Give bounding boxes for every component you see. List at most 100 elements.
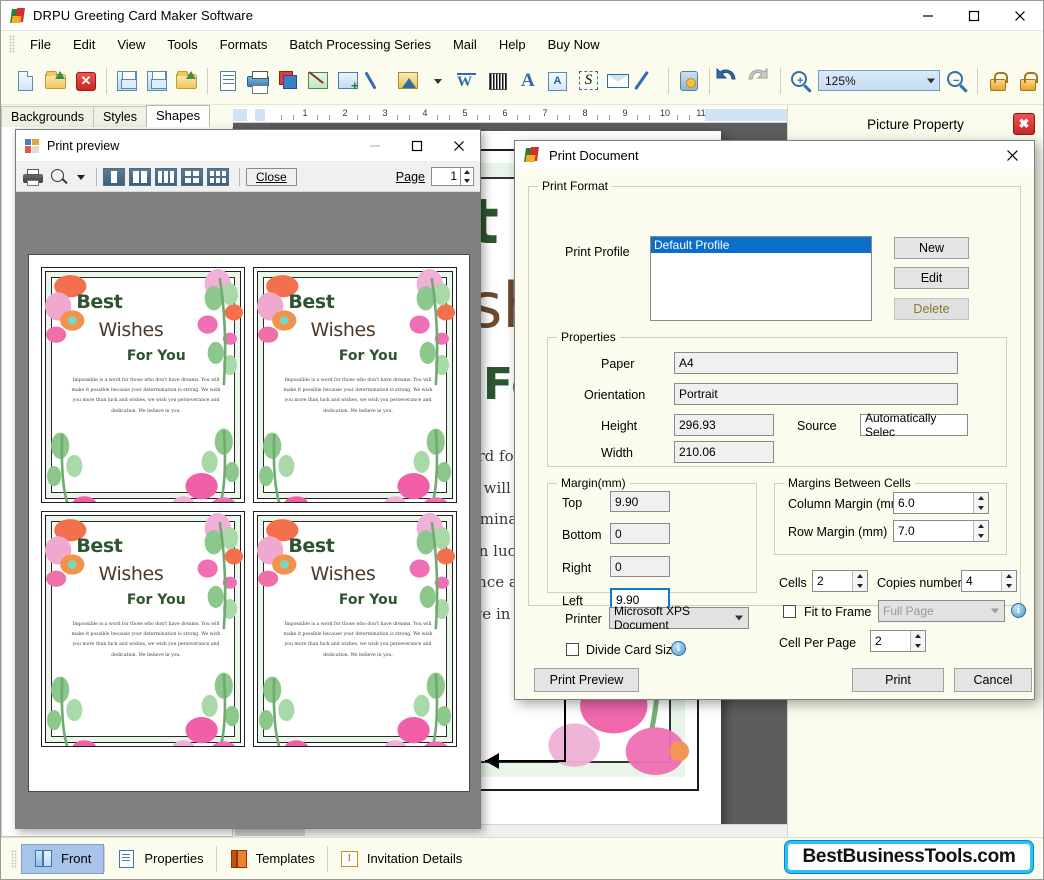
print-profile-item[interactable]: Default Profile bbox=[651, 237, 871, 253]
text-icon[interactable]: A bbox=[514, 66, 542, 96]
bottom-tab-templates[interactable]: Templates bbox=[217, 844, 327, 874]
print-icon[interactable] bbox=[22, 166, 46, 188]
width-field[interactable]: 210.06 bbox=[674, 441, 774, 463]
print-profile-listbox[interactable]: Default Profile bbox=[650, 236, 872, 321]
tab-shapes[interactable]: Shapes bbox=[146, 105, 211, 127]
orientation-field[interactable]: Portrait bbox=[674, 383, 958, 405]
print-icon[interactable] bbox=[244, 66, 272, 96]
magnifier-icon[interactable] bbox=[48, 166, 72, 188]
menu-view[interactable]: View bbox=[106, 34, 156, 55]
open-folder-icon[interactable] bbox=[42, 66, 70, 96]
watermark-icon[interactable]: W bbox=[454, 66, 482, 96]
card-stack-icon[interactable] bbox=[274, 66, 302, 96]
text-box-icon[interactable] bbox=[544, 66, 572, 96]
spinner-down[interactable] bbox=[974, 503, 988, 513]
printer-combobox[interactable]: Microsoft XPS Document bbox=[609, 604, 749, 632]
row-margin-value[interactable]: 7.0 bbox=[894, 521, 973, 541]
spinner-down[interactable] bbox=[974, 531, 988, 541]
spinner-up[interactable] bbox=[974, 493, 988, 503]
database-icon[interactable] bbox=[675, 66, 703, 96]
signature-icon[interactable] bbox=[574, 66, 602, 96]
spinner-up[interactable] bbox=[1002, 571, 1016, 581]
six-page-icon[interactable] bbox=[207, 167, 229, 186]
print-preview-body[interactable]: Best Wishes For You Impossible is a word… bbox=[16, 192, 480, 828]
new-document-icon[interactable] bbox=[12, 66, 40, 96]
menu-batch-processing-series[interactable]: Batch Processing Series bbox=[278, 34, 442, 55]
print-preview-close-button[interactable] bbox=[438, 130, 480, 161]
spinner-up[interactable] bbox=[911, 631, 925, 641]
document-properties-icon[interactable] bbox=[214, 66, 242, 96]
edit-profile-button[interactable]: Edit bbox=[894, 267, 969, 289]
minimize-button[interactable] bbox=[905, 1, 951, 31]
spinner-down[interactable] bbox=[911, 641, 925, 651]
source-field[interactable]: Automatically Selec bbox=[860, 411, 968, 439]
copies-spinner[interactable]: 4 bbox=[961, 570, 1017, 592]
one-page-icon[interactable] bbox=[103, 167, 125, 186]
zoom-level-combobox[interactable]: 125% bbox=[818, 70, 940, 91]
spinner-down[interactable] bbox=[853, 581, 867, 591]
ruler-icon[interactable] bbox=[634, 66, 662, 96]
margin-top-field[interactable]: 9.90 bbox=[610, 491, 670, 512]
spinner-up[interactable] bbox=[461, 168, 473, 177]
zoom-out-icon[interactable]: − bbox=[943, 66, 971, 96]
close-icon[interactable]: ✖ bbox=[1013, 113, 1035, 135]
image-icon[interactable] bbox=[304, 66, 332, 96]
margin-bottom-field[interactable]: 0 bbox=[610, 523, 670, 544]
margin-right-field[interactable]: 0 bbox=[610, 556, 670, 577]
unlock-icon[interactable] bbox=[1014, 66, 1042, 96]
insert-image-icon[interactable]: + bbox=[334, 66, 362, 96]
shape-gallery-icon[interactable] bbox=[394, 66, 422, 96]
spinner-down[interactable] bbox=[461, 177, 473, 186]
new-profile-button[interactable]: New bbox=[894, 237, 969, 259]
save-as-icon[interactable] bbox=[143, 66, 171, 96]
cell-per-page-value[interactable]: 2 bbox=[871, 631, 910, 651]
spinner-up[interactable] bbox=[853, 571, 867, 581]
tab-backgrounds[interactable]: Backgrounds bbox=[1, 106, 94, 127]
column-margin-spinner[interactable]: 6.0 bbox=[893, 492, 989, 514]
info-icon[interactable]: i bbox=[671, 641, 686, 656]
save-icon[interactable] bbox=[113, 66, 141, 96]
mail-icon[interactable] bbox=[604, 66, 632, 96]
copies-value[interactable]: 4 bbox=[962, 571, 1001, 591]
chevron-down-icon[interactable] bbox=[735, 615, 743, 621]
print-preview-button[interactable]: Print Preview bbox=[534, 668, 639, 692]
two-page-icon[interactable] bbox=[129, 167, 151, 186]
fit-to-frame-checkbox[interactable] bbox=[783, 605, 796, 618]
page-number-spinner[interactable] bbox=[461, 167, 474, 186]
lock-icon[interactable] bbox=[984, 66, 1012, 96]
menu-file[interactable]: File bbox=[19, 34, 62, 55]
print-document-close-button[interactable] bbox=[990, 141, 1034, 169]
menu-tools[interactable]: Tools bbox=[156, 34, 208, 55]
divide-card-size-checkbox[interactable] bbox=[566, 643, 579, 656]
chevron-down-icon[interactable] bbox=[927, 78, 935, 83]
cell-per-page-spinner[interactable]: 2 bbox=[870, 630, 926, 652]
redo-icon[interactable] bbox=[746, 66, 774, 96]
cancel-button[interactable]: Cancel bbox=[954, 668, 1032, 692]
chevron-down-icon[interactable] bbox=[74, 166, 88, 188]
chevron-down-icon[interactable] bbox=[424, 66, 452, 96]
menu-help[interactable]: Help bbox=[488, 34, 537, 55]
menu-buy-now[interactable]: Buy Now bbox=[537, 34, 611, 55]
barcode-icon[interactable] bbox=[484, 66, 512, 96]
menu-formats[interactable]: Formats bbox=[209, 34, 279, 55]
four-page-icon[interactable] bbox=[181, 167, 203, 186]
import-folder-icon[interactable] bbox=[173, 66, 201, 96]
row-margin-spinner[interactable]: 7.0 bbox=[893, 520, 989, 542]
print-preview-close-label-button[interactable]: Close bbox=[246, 167, 297, 186]
height-field[interactable]: 296.93 bbox=[674, 414, 774, 436]
bottom-tab-properties[interactable]: Properties bbox=[105, 844, 215, 874]
print-document-dialog[interactable]: Print Document Print Format Print Profil… bbox=[514, 140, 1035, 700]
tab-styles[interactable]: Styles bbox=[92, 106, 148, 127]
info-icon[interactable]: i bbox=[1011, 603, 1026, 618]
page-number-input[interactable]: 1 bbox=[431, 167, 461, 186]
bottom-tab-invitation-details[interactable]: Invitation Details bbox=[328, 844, 474, 874]
close-document-icon[interactable] bbox=[72, 66, 100, 96]
column-margin-value[interactable]: 6.0 bbox=[894, 493, 973, 513]
three-page-icon[interactable] bbox=[155, 167, 177, 186]
pen-tool-icon[interactable] bbox=[364, 66, 392, 96]
menu-mail[interactable]: Mail bbox=[442, 34, 488, 55]
print-button[interactable]: Print bbox=[852, 668, 944, 692]
bottom-tab-front[interactable]: Front bbox=[21, 843, 105, 874]
cells-value[interactable]: 2 bbox=[813, 571, 852, 591]
undo-icon[interactable] bbox=[716, 66, 744, 96]
